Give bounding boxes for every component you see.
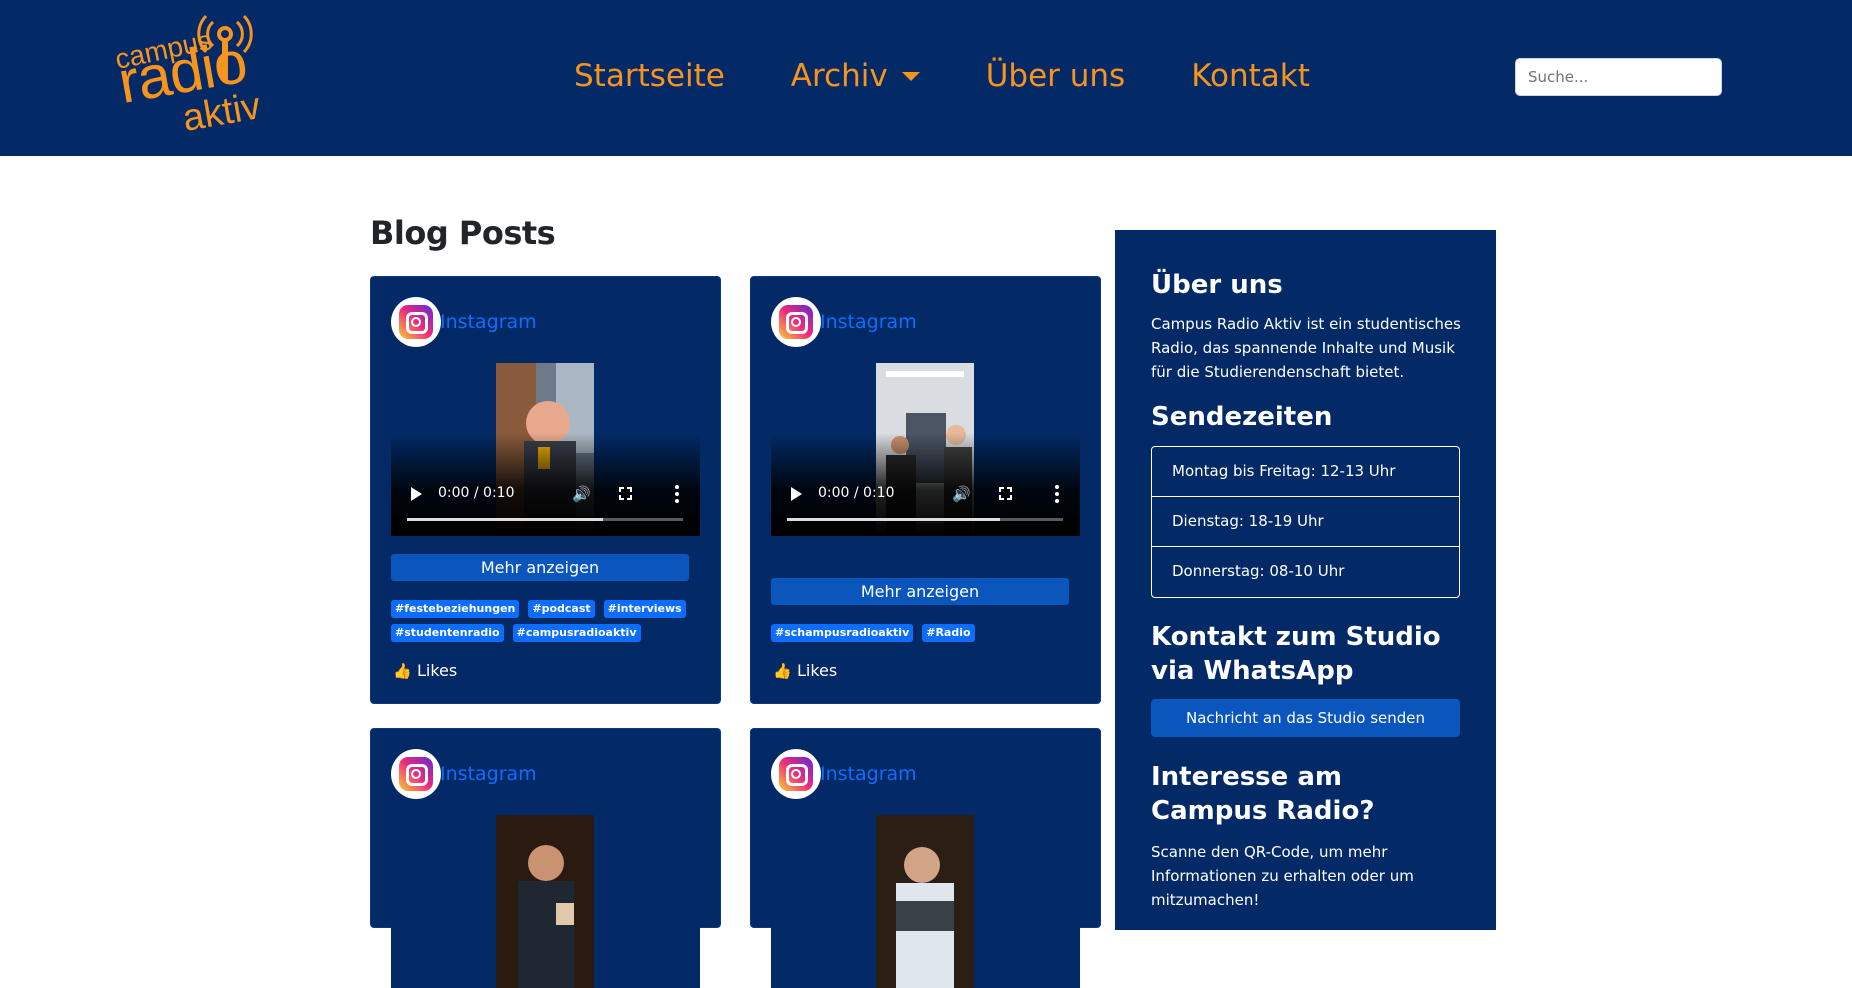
tag[interactable]: #campusradioaktiv — [512, 624, 641, 642]
nav-kontakt[interactable]: Kontakt — [1191, 58, 1310, 94]
instagram-avatar — [771, 297, 821, 347]
show-more-button[interactable]: Mehr anzeigen — [771, 578, 1069, 605]
main-nav: Startseite Archiv Über uns Kontakt — [574, 58, 1376, 94]
thumbs-up-icon: 👍 — [773, 661, 792, 680]
instagram-icon — [399, 305, 433, 339]
interest-heading: Interesse am Campus Radio? — [1151, 762, 1375, 826]
nav-archiv-dropdown[interactable]: Archiv — [791, 58, 920, 94]
instagram-icon — [779, 305, 813, 339]
more-options-icon[interactable] — [1055, 485, 1059, 503]
play-icon[interactable] — [411, 487, 422, 501]
interest-text: Scanne den QR-Code, um mehr Informatione… — [1151, 843, 1414, 909]
likes-label: Likes — [417, 661, 458, 680]
video-thumbnail — [876, 815, 974, 988]
more-options-icon[interactable] — [675, 485, 679, 503]
tag[interactable]: #interviews — [603, 600, 686, 618]
instagram-avatar — [391, 297, 441, 347]
post-card: Instagram 0:00 / 0:10 🔊 Mehr anzeigen #f… — [370, 276, 721, 704]
instagram-icon — [399, 757, 433, 791]
play-icon[interactable] — [791, 487, 802, 501]
video-progress-fill — [787, 518, 1000, 521]
show-more-button[interactable]: Mehr anzeigen — [391, 554, 689, 581]
post-source-label: Instagram — [820, 311, 917, 333]
post-card: Instagram — [370, 728, 721, 988]
nav-startseite[interactable]: Startseite — [574, 58, 725, 94]
video-thumbnail — [496, 815, 594, 988]
nav-ueber-uns[interactable]: Über uns — [986, 58, 1126, 94]
post-card: Instagram 0:00 / 0:10 🔊 Mehr anzeigen #s… — [750, 276, 1101, 704]
post-source[interactable]: Instagram — [771, 749, 917, 799]
tag[interactable]: #Radio — [922, 624, 975, 642]
page-title: Blog Posts — [370, 214, 556, 252]
fullscreen-icon[interactable] — [618, 486, 633, 501]
instagram-avatar — [771, 749, 821, 799]
video-player[interactable]: 0:00 / 0:10 🔊 — [391, 363, 700, 536]
tag-list: #schampusradioaktiv #Radio — [771, 624, 1081, 648]
nav-archiv-label: Archiv — [790, 58, 888, 94]
tag[interactable]: #schampusradioaktiv — [771, 624, 914, 642]
post-source[interactable]: Instagram — [771, 297, 917, 347]
video-player[interactable]: 0:00 / 0:10 🔊 — [771, 363, 1080, 536]
chevron-down-icon — [901, 71, 920, 81]
tag[interactable]: #festebeziehungen — [391, 600, 520, 618]
video-time: 0:00 / 0:10 — [438, 485, 515, 501]
instagram-icon — [779, 757, 813, 791]
campus-radio-aktiv-logo[interactable]: campus radio aktiv — [112, 12, 285, 148]
thumbs-up-icon: 👍 — [393, 661, 412, 680]
video-progress-fill — [407, 518, 603, 521]
sidebar: Über uns Campus Radio Aktiv ist ein stud… — [1115, 230, 1496, 930]
tag[interactable]: #studentenradio — [391, 624, 504, 642]
likes-button[interactable]: 👍 Likes — [393, 661, 457, 680]
about-heading: Über uns — [1151, 270, 1283, 300]
post-source-label: Instagram — [820, 763, 917, 785]
post-source[interactable]: Instagram — [391, 749, 537, 799]
video-progress-bar[interactable] — [787, 518, 1063, 521]
video-progress-bar[interactable] — [407, 518, 683, 521]
navbar: campus radio aktiv Startseite Archiv Übe… — [0, 0, 1852, 156]
schedule-item: Montag bis Freitag: 12-13 Uhr — [1152, 447, 1459, 497]
volume-icon[interactable]: 🔊 — [952, 486, 971, 502]
tag[interactable]: #podcast — [528, 600, 595, 618]
post-source-label: Instagram — [440, 763, 537, 785]
video-controls: 0:00 / 0:10 🔊 — [771, 479, 1080, 509]
video-time: 0:00 / 0:10 — [818, 485, 895, 501]
about-text: Campus Radio Aktiv ist ein studentisches… — [1151, 315, 1461, 381]
video-player[interactable] — [771, 815, 1080, 988]
post-source-label: Instagram — [440, 311, 537, 333]
post-card: Instagram — [750, 728, 1101, 988]
video-player[interactable] — [391, 815, 700, 988]
video-controls: 0:00 / 0:10 🔊 — [391, 479, 700, 509]
likes-button[interactable]: 👍 Likes — [773, 661, 837, 680]
fullscreen-icon[interactable] — [998, 486, 1013, 501]
schedule-list: Montag bis Freitag: 12-13 Uhr Dienstag: … — [1151, 446, 1460, 598]
schedule-item: Donnerstag: 08-10 Uhr — [1172, 562, 1345, 580]
whatsapp-heading: Kontakt zum Studio via WhatsApp — [1151, 622, 1441, 686]
search-input[interactable] — [1515, 58, 1722, 96]
tag-list: #festebeziehungen #podcast #interviews #… — [391, 600, 701, 648]
likes-label: Likes — [797, 661, 838, 680]
schedule-item: Dienstag: 18-19 Uhr — [1152, 497, 1459, 547]
post-source[interactable]: Instagram — [391, 297, 537, 347]
whatsapp-send-button[interactable]: Nachricht an das Studio senden — [1151, 699, 1460, 737]
instagram-avatar — [391, 749, 441, 799]
volume-icon[interactable]: 🔊 — [572, 486, 591, 502]
schedule-heading: Sendezeiten — [1151, 402, 1333, 432]
